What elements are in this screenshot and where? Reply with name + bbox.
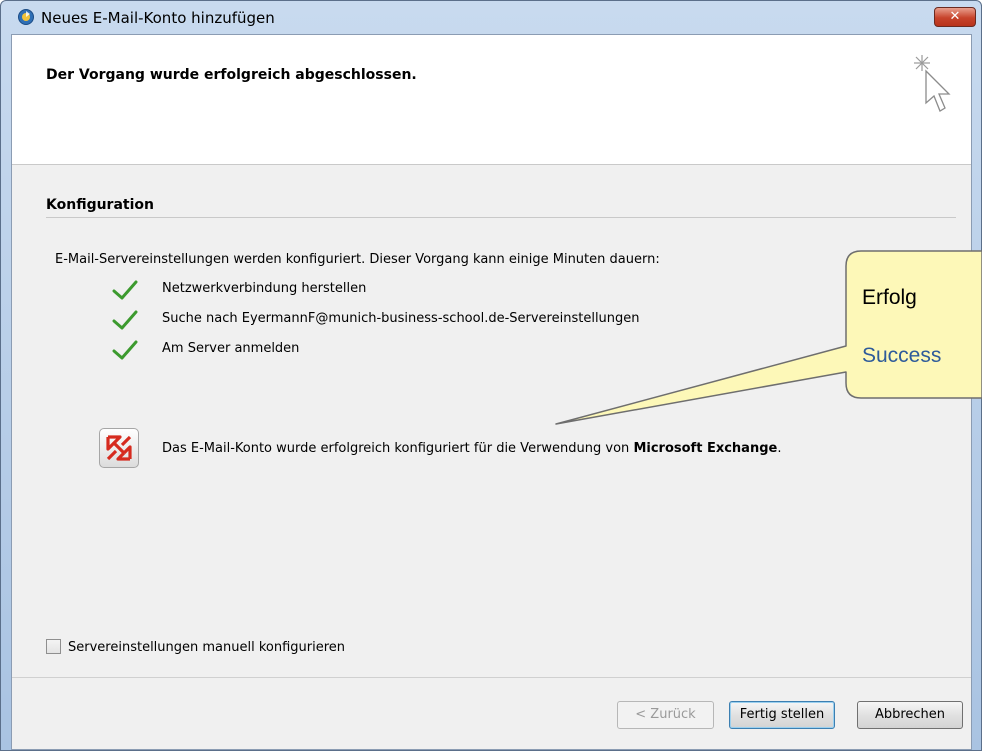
close-button[interactable]: ✕ xyxy=(934,7,976,27)
section-title: Konfiguration xyxy=(46,197,154,213)
checkmark-icon xyxy=(112,340,138,360)
title-bar[interactable]: Neues E-Mail-Konto hinzufügen ✕ xyxy=(1,1,981,33)
manual-config-checkbox[interactable] xyxy=(46,639,61,654)
finish-button[interactable]: Fertig stellen xyxy=(729,701,835,729)
step-label: Suche nach EyermannF@munich-business-sch… xyxy=(162,311,640,326)
dialog-window: Neues E-Mail-Konto hinzufügen ✕ Der Vorg… xyxy=(0,0,982,751)
manual-config-label[interactable]: Servereinstellungen manuell konfiguriere… xyxy=(68,640,345,655)
checkmark-icon xyxy=(112,310,138,330)
cancel-button[interactable]: Abbrechen xyxy=(857,701,963,729)
intro-text: E-Mail-Servereinstellungen werden konfig… xyxy=(55,252,660,267)
checkmark-icon xyxy=(112,280,138,300)
back-button[interactable]: < Zurück xyxy=(617,701,714,729)
header-title: Der Vorgang wurde erfolgreich abgeschlos… xyxy=(46,67,417,83)
result-message: Das E-Mail-Konto wurde erfolgreich konfi… xyxy=(162,441,781,456)
dialog-client-area: Der Vorgang wurde erfolgreich abgeschlos… xyxy=(11,34,972,750)
exchange-icon xyxy=(99,428,139,468)
callout-subtitle: Success xyxy=(862,344,942,367)
result-product: Microsoft Exchange xyxy=(633,441,778,456)
wizard-header: Der Vorgang wurde erfolgreich abgeschlos… xyxy=(12,35,971,165)
footer-divider xyxy=(12,677,971,678)
cursor-sparkle-icon xyxy=(914,55,951,112)
result-text: Das E-Mail-Konto wurde erfolgreich konfi… xyxy=(162,441,630,456)
step-label: Am Server anmelden xyxy=(162,341,300,356)
result-suffix: . xyxy=(777,441,782,456)
step-label: Netzwerkverbindung herstellen xyxy=(162,281,367,296)
outlook-app-icon xyxy=(18,9,34,25)
callout-title: Erfolg xyxy=(862,286,917,309)
window-title: Neues E-Mail-Konto hinzufügen xyxy=(41,9,275,27)
section-divider xyxy=(46,217,956,218)
